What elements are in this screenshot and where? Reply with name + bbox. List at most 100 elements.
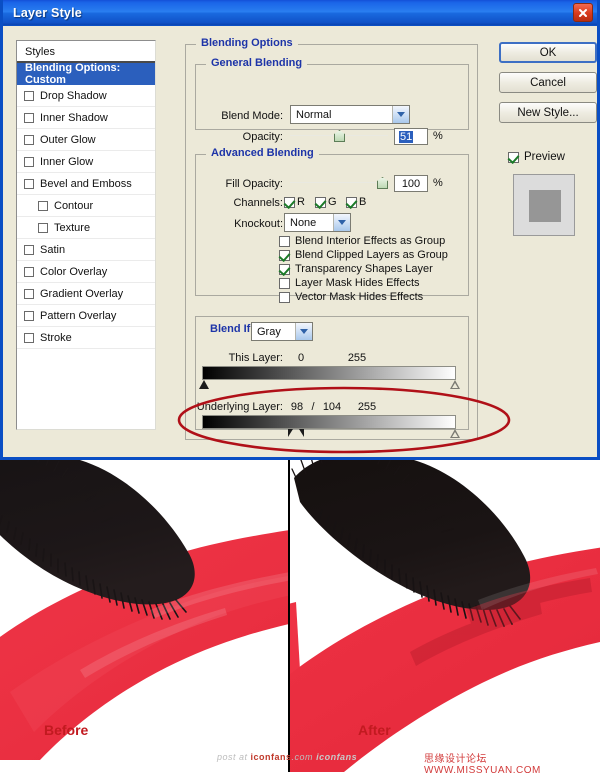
style-enable-checkbox[interactable] <box>24 134 34 145</box>
title-bar: Layer Style <box>3 0 597 26</box>
advanced-option-checkbox[interactable] <box>279 263 290 275</box>
preview-checkbox-box[interactable] <box>508 151 519 163</box>
channel-checkbox-r[interactable]: R <box>284 196 305 208</box>
this-layer-black-marker[interactable] <box>199 380 209 389</box>
underlying-high: 255 <box>357 401 377 413</box>
advanced-option-checkbox[interactable] <box>279 291 290 303</box>
channel-checkbox-b[interactable]: B <box>346 196 366 208</box>
blend-mode-select[interactable]: Normal <box>290 105 410 124</box>
styles-list-item-label: Contour <box>54 199 94 212</box>
style-enable-checkbox[interactable] <box>38 200 48 211</box>
style-enable-checkbox[interactable] <box>24 112 34 123</box>
new-style-button-label: New Style... <box>517 106 579 119</box>
close-icon[interactable] <box>573 3 593 22</box>
styles-list[interactable]: Styles Blending Options: Custom Drop Shad… <box>16 40 156 430</box>
styles-list-header: Styles <box>17 41 155 63</box>
styles-list-item-blending-options-custom[interactable]: Blending Options: Custom <box>17 62 155 86</box>
opacity-value: 51 <box>399 130 414 143</box>
styles-list-item-label: Texture <box>54 221 91 234</box>
blend-if-channel-value: Gray <box>257 325 281 338</box>
comparison-images: Before After <box>0 460 600 772</box>
advanced-option-layer-mask-hides-effects[interactable]: Layer Mask Hides Effects <box>279 277 420 289</box>
styles-list-item-pattern-overlay[interactable]: Pattern Overlay <box>17 305 155 327</box>
dialog-body: Styles Blending Options: Custom Drop Shad… <box>3 26 597 457</box>
channel-checkbox-box[interactable] <box>315 196 326 208</box>
advanced-blending-label: Advanced Blending <box>206 147 319 159</box>
styles-list-item-texture[interactable]: Texture <box>17 217 155 239</box>
style-enable-checkbox[interactable] <box>24 288 34 299</box>
styles-list-item-contour[interactable]: Contour <box>17 195 155 217</box>
advanced-option-checkbox[interactable] <box>279 249 290 261</box>
this-layer-ramp[interactable] <box>202 366 456 380</box>
chevron-down-icon[interactable] <box>295 323 312 340</box>
styles-list-items: Blending Options: Custom Drop Shadow Inner… <box>17 62 155 349</box>
underlying-black-marker-left[interactable] <box>288 429 293 437</box>
style-enable-checkbox[interactable] <box>24 90 34 101</box>
advanced-option-checkbox[interactable] <box>279 235 290 247</box>
underlying-low-b: 104 <box>322 401 342 413</box>
style-enable-checkbox[interactable] <box>24 332 34 343</box>
fill-opacity-slider-thumb[interactable] <box>377 177 388 189</box>
opacity-slider-thumb[interactable] <box>334 130 345 142</box>
style-enable-checkbox[interactable] <box>24 310 34 321</box>
styles-list-item-label: Pattern Overlay <box>40 309 117 322</box>
preview-checkbox[interactable]: Preview <box>508 151 565 163</box>
advanced-option-label: Vector Mask Hides Effects <box>295 291 424 303</box>
fill-opacity-slider[interactable] <box>290 176 388 190</box>
styles-list-item-label: Drop Shadow <box>40 89 107 102</box>
ok-button[interactable]: OK <box>499 42 597 63</box>
chevron-down-icon[interactable] <box>333 214 350 231</box>
styles-list-item-outer-glow[interactable]: Outer Glow <box>17 129 155 151</box>
chevron-down-icon[interactable] <box>392 106 409 123</box>
style-enable-checkbox[interactable] <box>24 178 34 189</box>
underlying-separator: / <box>311 401 315 413</box>
underlying-layer-label: Underlying Layer: <box>196 401 283 413</box>
advanced-option-vector-mask-hides-effects[interactable]: Vector Mask Hides Effects <box>279 291 423 303</box>
style-enable-checkbox[interactable] <box>38 222 48 233</box>
advanced-option-blend-interior-effects-as-group[interactable]: Blend Interior Effects as Group <box>279 235 445 247</box>
layer-style-dialog: Layer Style Styles Blending Options: Cus… <box>0 0 600 460</box>
watermark-left-brand: iconfans <box>250 752 292 762</box>
this-layer-white-marker[interactable] <box>450 380 460 389</box>
style-enable-checkbox[interactable] <box>24 244 34 255</box>
channel-checkbox-g[interactable]: G <box>315 196 337 208</box>
underlying-low-a: 98 <box>290 401 304 413</box>
style-enable-checkbox[interactable] <box>24 266 34 277</box>
advanced-option-checkbox[interactable] <box>279 277 290 289</box>
before-label: Before <box>44 722 89 738</box>
blend-if-channel-select[interactable]: Gray <box>251 322 313 341</box>
new-style-button[interactable]: New Style... <box>499 102 597 123</box>
watermark-left-suffix: .com <box>291 752 317 762</box>
underlying-white-marker[interactable] <box>450 429 460 438</box>
channel-checkbox-box[interactable] <box>346 196 357 208</box>
channel-checkbox-box[interactable] <box>284 196 295 208</box>
style-enable-checkbox[interactable] <box>24 156 34 167</box>
styles-list-item-label: Satin <box>40 243 66 256</box>
styles-list-item-drop-shadow[interactable]: Drop Shadow <box>17 85 155 107</box>
styles-list-item-satin[interactable]: Satin <box>17 239 155 261</box>
styles-list-item-gradient-overlay[interactable]: Gradient Overlay <box>17 283 155 305</box>
knockout-value: None <box>290 216 317 229</box>
styles-list-item-inner-glow[interactable]: Inner Glow <box>17 151 155 173</box>
advanced-option-label: Blend Clipped Layers as Group <box>295 249 448 261</box>
opacity-slider[interactable] <box>290 129 388 143</box>
cancel-button[interactable]: Cancel <box>499 72 597 93</box>
underlying-layer-ramp[interactable] <box>202 415 456 429</box>
styles-list-item-color-overlay[interactable]: Color Overlay <box>17 261 155 283</box>
underlying-black-marker-right[interactable] <box>299 429 304 437</box>
knockout-label: Knockout: <box>234 218 283 230</box>
general-blending-label: General Blending <box>206 57 308 69</box>
advanced-option-transparency-shapes-layer[interactable]: Transparency Shapes Layer <box>279 263 433 275</box>
preview-label: Preview <box>524 151 565 163</box>
styles-list-item-stroke[interactable]: Stroke <box>17 327 155 349</box>
advanced-option-blend-clipped-layers-as-group[interactable]: Blend Clipped Layers as Group <box>279 249 448 261</box>
this-layer-high: 255 <box>347 352 367 364</box>
channel-label: R <box>297 196 305 208</box>
styles-list-item-bevel-and-emboss[interactable]: Bevel and Emboss <box>17 173 155 195</box>
window-title: Layer Style <box>13 5 82 20</box>
opacity-input[interactable]: 51 <box>394 128 428 145</box>
after-image <box>290 460 600 772</box>
styles-list-item-inner-shadow[interactable]: Inner Shadow <box>17 107 155 129</box>
knockout-select[interactable]: None <box>284 213 351 232</box>
fill-opacity-input[interactable]: 100 <box>394 175 428 192</box>
